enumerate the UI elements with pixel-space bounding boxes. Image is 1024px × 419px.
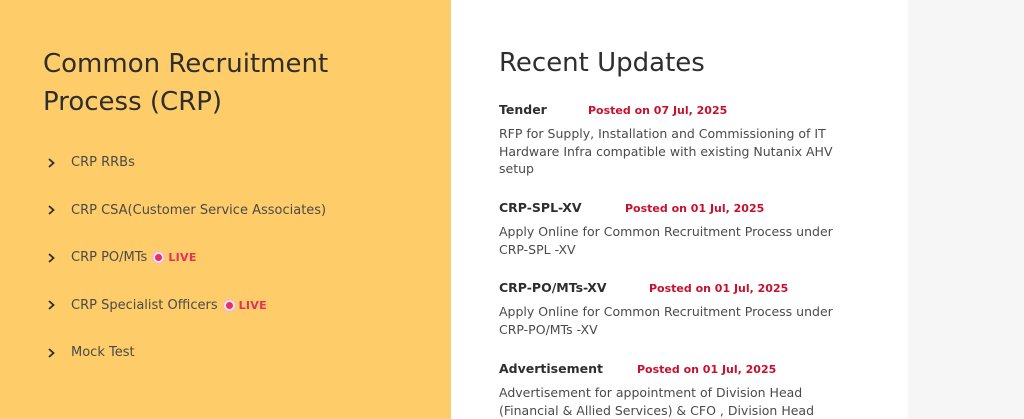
crp-title: Common Recruitment Process (CRP) [43, 49, 329, 117]
live-badge-text: LIVE [168, 251, 197, 265]
crp-item-label: CRP RRBs [71, 155, 135, 171]
update-description[interactable]: Advertisement for appointment of Divisio… [499, 384, 859, 419]
crp-item-mock-test[interactable]: Mock Test [47, 329, 326, 377]
chevron-right-icon [47, 300, 71, 310]
crp-list: CRP RRBs CRP CSA(Customer Service Associ… [47, 139, 326, 377]
update-item[interactable]: Tender Posted on 07 Jul, 2025 RFP for Su… [499, 102, 869, 178]
crp-panel: Common Recruitment Process (CRP) CRP RRB… [0, 0, 451, 419]
crp-item-label: CRP PO/MTs [71, 250, 148, 266]
recent-updates-title: Recent Updates [499, 48, 705, 78]
update-item[interactable]: CRP-SPL-XV Posted on 01 Jul, 2025 Apply … [499, 200, 869, 258]
crp-item-specialist-officers[interactable]: CRP Specialist Officers LIVE [47, 282, 326, 330]
update-category: Advertisement [499, 361, 603, 376]
chevron-right-icon [47, 205, 71, 215]
crp-item-po-mts[interactable]: CRP PO/MTs LIVE [47, 234, 326, 282]
crp-item-label: CRP Specialist Officers [71, 297, 218, 313]
live-badge: LIVE [223, 298, 267, 312]
update-category: Tender [499, 102, 547, 117]
live-dot-icon [153, 252, 165, 264]
update-date: Posted on 07 Jul, 2025 [588, 104, 728, 117]
crp-item-label: CRP CSA(Customer Service Associates) [71, 202, 327, 218]
update-description[interactable]: Apply Online for Common Recruitment Proc… [499, 223, 859, 258]
update-category: CRP-SPL-XV [499, 200, 582, 215]
update-date: Posted on 01 Jul, 2025 [649, 282, 789, 295]
chevron-right-icon [47, 158, 71, 168]
update-date: Posted on 01 Jul, 2025 [637, 363, 777, 376]
update-date: Posted on 01 Jul, 2025 [625, 202, 765, 215]
live-badge: LIVE [153, 251, 196, 264]
chevron-right-icon [47, 253, 71, 263]
update-category: CRP-PO/MTs-XV [499, 280, 607, 295]
recent-updates-panel: Recent Updates Tender Posted on 07 Jul, … [451, 0, 908, 419]
crp-item-rrbs[interactable]: CRP RRBs [47, 139, 326, 187]
live-badge-text: LIVE [238, 298, 267, 312]
update-description[interactable]: RFP for Supply, Installation and Commiss… [499, 125, 859, 178]
update-item[interactable]: Advertisement Posted on 01 Jul, 2025 Adv… [499, 361, 869, 419]
live-dot-icon [223, 299, 235, 311]
crp-item-csa[interactable]: CRP CSA(Customer Service Associates) [47, 187, 326, 235]
update-description[interactable]: Apply Online for Common Recruitment Proc… [499, 303, 859, 338]
chevron-right-icon [47, 348, 71, 358]
page-margin [908, 0, 1024, 419]
crp-item-label: Mock Test [71, 345, 135, 361]
update-item[interactable]: CRP-PO/MTs-XV Posted on 01 Jul, 2025 App… [499, 280, 869, 338]
